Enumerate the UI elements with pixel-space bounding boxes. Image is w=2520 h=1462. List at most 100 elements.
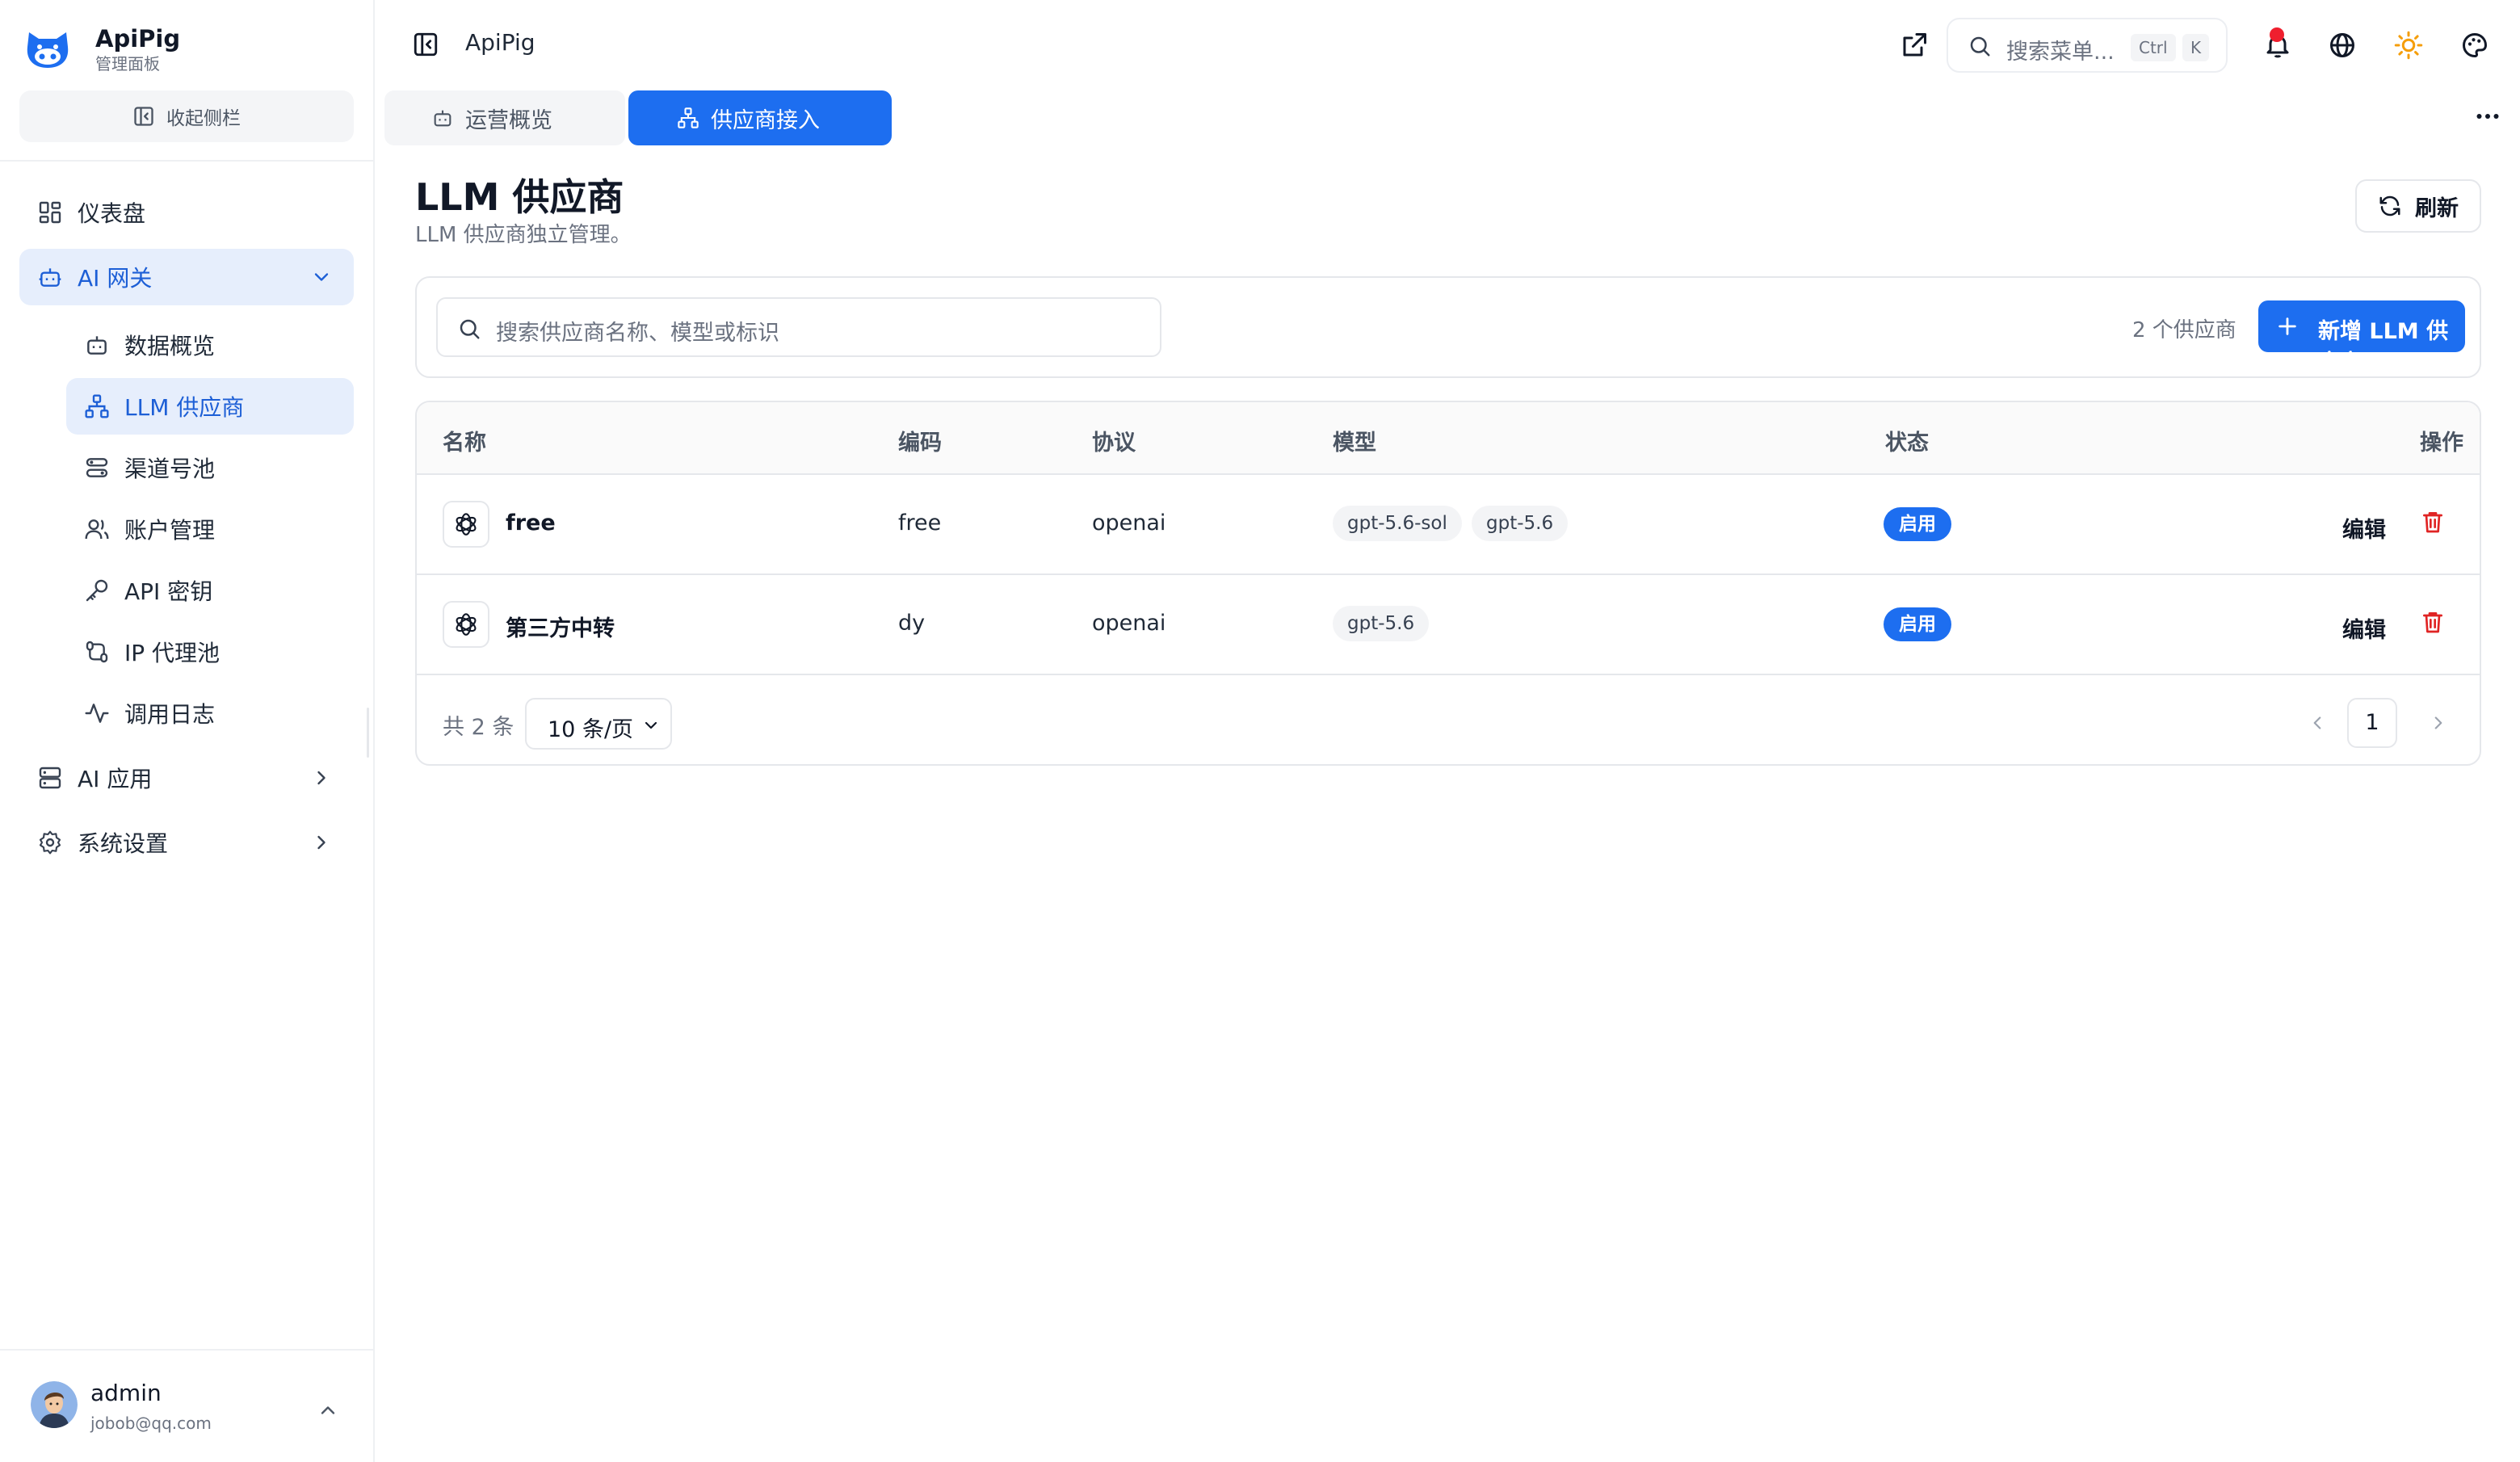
sidebar-item-label: AI 应用 bbox=[78, 766, 153, 792]
provider-name: 第三方中转 bbox=[506, 616, 615, 641]
sidebar-divider bbox=[0, 160, 373, 162]
status-badge[interactable]: 启用 bbox=[1884, 507, 1951, 541]
notification-badge bbox=[2270, 27, 2284, 42]
provider-protocol: openai bbox=[1092, 611, 1166, 636]
route-icon bbox=[86, 641, 108, 663]
sidebar-scroll-rail[interactable] bbox=[367, 708, 369, 758]
sidebar-item-label: AI 网关 bbox=[78, 265, 153, 292]
panel-left-icon[interactable] bbox=[412, 31, 439, 58]
openai-logo-icon bbox=[456, 613, 477, 636]
chevron-right-icon[interactable] bbox=[2428, 712, 2449, 733]
openai-icon bbox=[443, 501, 489, 548]
user-profile[interactable]: admin jobob@qq.com bbox=[0, 1349, 373, 1462]
column-header-status: 状态 bbox=[1885, 431, 1929, 456]
sidebar-subitem-label: 调用日志 bbox=[124, 701, 216, 728]
edit-button[interactable]: 编辑 bbox=[2342, 612, 2386, 644]
chevron-up-icon[interactable] bbox=[317, 1399, 339, 1422]
table-row[interactable]: free free openai gpt-5.6-sol gpt-5.6 启用 … bbox=[417, 475, 2480, 575]
sidebar-subitem-label: 账户管理 bbox=[124, 517, 216, 544]
model-chip: gpt-5.6 bbox=[1333, 606, 1430, 641]
total-count: 共 2 条 bbox=[443, 715, 514, 740]
tab-label: 运营概览 bbox=[465, 107, 552, 133]
sidebar-item-label: 仪表盘 bbox=[78, 200, 146, 227]
table-row[interactable]: 第三方中转 dy openai gpt-5.6 启用 编辑 bbox=[417, 575, 2480, 675]
tab-provider-access[interactable]: 供应商接入 bbox=[628, 90, 892, 145]
provider-code: dy bbox=[898, 611, 926, 636]
key-icon bbox=[86, 579, 108, 602]
sidebar-subitem-accounts[interactable]: 账户管理 bbox=[66, 501, 354, 557]
page-size-value: 10 条/页 bbox=[548, 717, 634, 742]
chevron-left-icon[interactable] bbox=[2307, 712, 2328, 733]
add-provider-label: 新增 LLM 供应商 bbox=[2318, 319, 2449, 376]
sidebar-subitem-label: 渠道号池 bbox=[124, 456, 216, 482]
page-size-select[interactable]: 10 条/页 bbox=[525, 698, 672, 750]
external-link-icon[interactable] bbox=[1900, 31, 1929, 60]
refresh-button[interactable]: 刷新 bbox=[2355, 179, 2481, 233]
tab-operations-overview[interactable]: 运营概览 bbox=[384, 90, 625, 145]
bot-icon bbox=[39, 268, 61, 287]
pig-logo-icon bbox=[27, 32, 69, 68]
more-horizontal-icon[interactable] bbox=[2473, 102, 2502, 131]
user-name: admin bbox=[90, 1380, 162, 1406]
search-icon bbox=[1970, 36, 1990, 57]
refresh-label: 刷新 bbox=[2415, 195, 2459, 221]
users-icon bbox=[85, 519, 109, 540]
sidebar-item-ai-gateway[interactable]: AI 网关 bbox=[19, 249, 354, 305]
provider-search-placeholder: 搜索供应商名称、模型或标识 bbox=[496, 321, 779, 346]
bot-icon bbox=[434, 110, 452, 127]
menu-search-placeholder: 搜索菜单... bbox=[2006, 40, 2115, 65]
sidebar-subitem-data-overview[interactable]: 数据概览 bbox=[66, 317, 354, 373]
palette-icon[interactable] bbox=[2460, 31, 2489, 60]
refresh-icon bbox=[2379, 195, 2400, 216]
shortcut-k: K bbox=[2182, 34, 2210, 61]
sidebar-subitem-llm-providers[interactable]: LLM 供应商 bbox=[66, 378, 354, 435]
network-icon bbox=[678, 107, 699, 128]
sidebar-item-label: 系统设置 bbox=[78, 830, 169, 857]
collapse-sidebar-button[interactable]: 收起侧栏 bbox=[19, 90, 354, 142]
sidebar-subitem-api-keys[interactable]: API 密钥 bbox=[66, 562, 354, 619]
trash-icon[interactable] bbox=[2420, 509, 2446, 535]
sidebar-subitem-channel-pool[interactable]: 渠道号池 bbox=[66, 439, 354, 496]
column-header-actions: 操作 bbox=[2420, 431, 2463, 456]
filter-icon bbox=[86, 458, 108, 477]
chevron-right-icon bbox=[317, 835, 326, 850]
model-chip: gpt-5.6-sol bbox=[1333, 506, 1462, 541]
page-subtitle: LLM 供应商独立管理。 bbox=[415, 223, 632, 247]
globe-icon[interactable] bbox=[2328, 31, 2357, 60]
user-email: jobob@qq.com bbox=[90, 1414, 212, 1433]
add-provider-button[interactable]: 新增 LLM 供应商 bbox=[2258, 300, 2465, 376]
shortcut-ctrl: Ctrl bbox=[2131, 34, 2176, 61]
sidebar-item-dashboard[interactable]: 仪表盘 bbox=[19, 184, 354, 241]
chevron-down-icon bbox=[645, 721, 657, 729]
sidebar-subitem-call-logs[interactable]: 调用日志 bbox=[66, 685, 354, 742]
status-badge[interactable]: 启用 bbox=[1884, 607, 1951, 641]
provider-search-input[interactable]: 搜索供应商名称、模型或标识 bbox=[436, 297, 1161, 357]
activity-icon bbox=[85, 704, 109, 723]
page-title: LLM 供应商 bbox=[415, 175, 624, 219]
provider-protocol: openai bbox=[1092, 510, 1166, 536]
brand[interactable]: ApiPig 管理面板 bbox=[24, 24, 180, 74]
sidebar-subitem-label: IP 代理池 bbox=[124, 640, 220, 666]
column-header-protocol: 协议 bbox=[1092, 431, 1136, 456]
chevron-down-icon bbox=[314, 273, 329, 281]
avatar bbox=[31, 1381, 78, 1428]
column-header-models: 模型 bbox=[1333, 431, 1376, 456]
openai-logo-icon bbox=[456, 513, 477, 536]
sidebar-subitem-ip-proxy[interactable]: IP 代理池 bbox=[66, 624, 354, 680]
plus-icon bbox=[2278, 317, 2296, 335]
page-number-button[interactable]: 1 bbox=[2347, 698, 2397, 748]
server-icon bbox=[39, 767, 61, 789]
edit-button[interactable]: 编辑 bbox=[2342, 512, 2386, 544]
menu-search[interactable]: 搜索菜单... Ctrl K bbox=[1947, 18, 2228, 73]
sidebar-item-settings[interactable]: 系统设置 bbox=[19, 814, 354, 871]
provider-code: free bbox=[898, 510, 942, 536]
sun-icon[interactable] bbox=[2394, 31, 2423, 60]
collapse-sidebar-label: 收起侧栏 bbox=[166, 108, 241, 129]
provider-name: free bbox=[506, 510, 556, 536]
trash-icon[interactable] bbox=[2420, 609, 2446, 635]
column-header-code: 编码 bbox=[898, 431, 942, 456]
providers-table: 名称 编码 协议 模型 状态 操作 free free openai gpt-5… bbox=[415, 401, 2481, 766]
chevron-right-icon bbox=[317, 771, 326, 785]
tab-label: 供应商接入 bbox=[711, 107, 820, 133]
sidebar-item-ai-apps[interactable]: AI 应用 bbox=[19, 750, 354, 806]
